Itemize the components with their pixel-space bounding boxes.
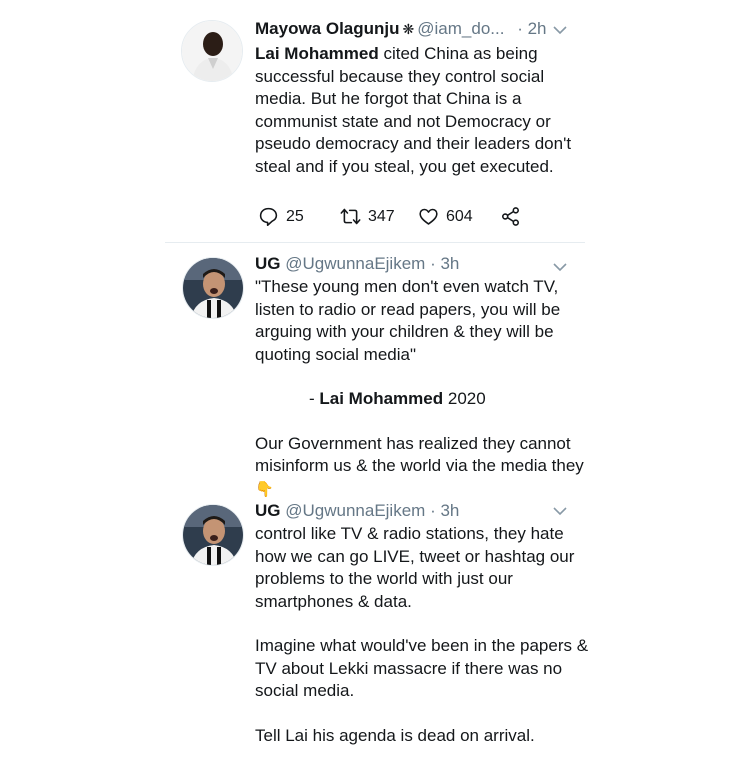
share-icon [502,207,519,226]
mention-text: Lai Mohammed [255,44,379,63]
tweet-header: UG @UgwunnaEjikem · 3h [255,499,595,523]
verified-badge-icon: ❋ [402,21,415,37]
chevron-down-icon[interactable] [552,22,568,38]
avatar[interactable] [182,257,244,319]
author-handle[interactable]: @UgwunnaEjikem [285,501,425,520]
tweet-text: "These young men don't even watch TV, li… [255,276,595,501]
tweet-body-text: Our Government has realized they cannot … [255,433,584,476]
author-handle[interactable]: @UgwunnaEjikem [285,254,425,273]
retweet-button[interactable]: 347 [340,206,395,227]
chevron-down-icon[interactable] [552,503,568,519]
tweet-body: cited China as being successful because … [255,44,572,176]
avatar-image [183,505,243,565]
tweet-paragraph-1: control like TV & radio stations, they h… [255,524,575,611]
attribution-name: Lai Mohammed [319,389,444,408]
pointing-down-emoji: 👇 [255,480,274,498]
author-name[interactable]: UG [255,501,281,520]
tweet-2[interactable]: UG @UgwunnaEjikem · 3h "These young men … [0,243,750,499]
reply-button[interactable]: 25 [258,206,304,227]
avatar-image [182,21,242,81]
tweet-header: UG @UgwunnaEjikem · 3h [255,252,595,276]
share-button[interactable] [500,206,521,227]
heart-icon [419,208,438,225]
author-handle[interactable]: @iam_do... [417,19,504,38]
tweet-text: control like TV & radio stations, they h… [255,523,595,747]
avatar[interactable] [181,20,243,82]
tweet-paragraph-3: Tell Lai his agenda is dead on arrival. [255,725,535,745]
tweet-body: Our Government has realized they cannot … [255,433,595,502]
retweet-count: 347 [368,207,395,225]
tweet-actions: 25 347 604 [258,206,538,230]
avatar-image [183,258,243,318]
author-name[interactable]: Mayowa Olagunju [255,19,400,38]
reply-count: 25 [286,207,304,225]
like-button[interactable]: 604 [418,206,473,227]
timestamp[interactable]: · 3h [430,501,459,520]
tweet-header: Mayowa Olagunju ❋ @iam_do... · 2h [255,17,595,41]
avatar[interactable] [182,504,244,566]
quote-text: "These young men don't even watch TV, li… [255,277,561,364]
timestamp[interactable]: · 2h [517,19,546,38]
attribution-prefix: - [309,389,320,408]
tweet-text: Lai Mohammed cited China as being succes… [255,43,595,178]
attribution-year: 2020 [443,389,486,408]
retweet-icon [340,208,361,225]
reply-icon [259,207,278,227]
chevron-down-icon[interactable] [552,259,568,275]
author-name[interactable]: UG [255,254,281,273]
like-count: 604 [446,207,473,225]
attribution: - Lai Mohammed 2020 [255,388,595,411]
tweet-3[interactable]: UG @UgwunnaEjikem · 3h control like TV &… [0,499,750,764]
tweet-1[interactable]: Mayowa Olagunju ❋ @iam_do... · 2h Lai Moha… [0,0,750,240]
timestamp[interactable]: · 3h [430,254,459,273]
tweet-paragraph-2: Imagine what would've been in the papers… [255,636,589,700]
